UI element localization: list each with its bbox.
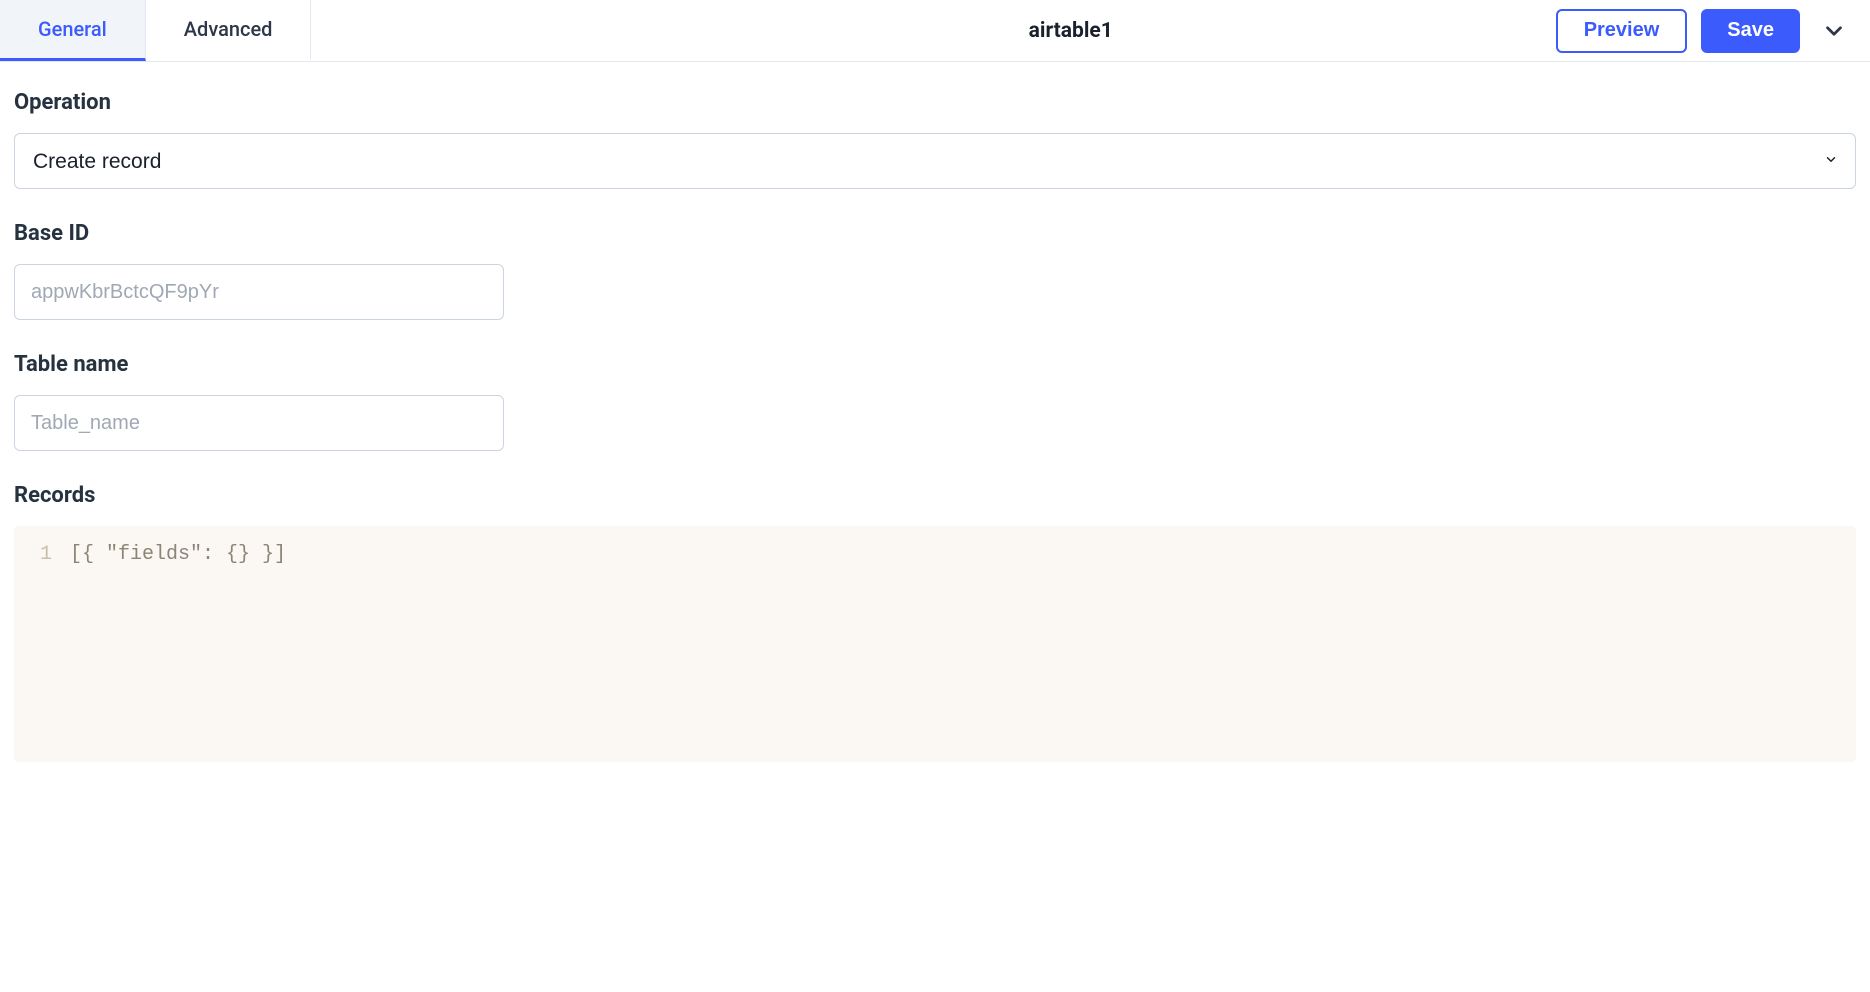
tab-advanced[interactable]: Advanced [146, 0, 312, 61]
header-actions: Preview Save [1113, 0, 1870, 61]
base-id-input[interactable] [14, 264, 504, 320]
base-id-label: Base ID [14, 221, 1856, 246]
table-name-input[interactable] [14, 395, 504, 451]
operation-select-wrap: Create record [14, 133, 1856, 189]
save-button[interactable]: Save [1701, 9, 1800, 53]
operation-label: Operation [14, 90, 1856, 115]
records-label: Records [14, 483, 1856, 508]
spacer [311, 0, 1028, 61]
form-content: Operation Create record Base ID Table na… [0, 62, 1870, 776]
code-content[interactable]: [{ "fields": {} }] [70, 540, 1856, 748]
base-id-group: Base ID [14, 221, 1856, 320]
records-code-editor[interactable]: 1 [{ "fields": {} }] [14, 526, 1856, 762]
table-name-group: Table name [14, 352, 1856, 451]
page-title: airtable1 [1029, 0, 1113, 61]
chevron-down-icon [1821, 18, 1847, 44]
code-gutter: 1 [14, 540, 70, 748]
preview-button[interactable]: Preview [1556, 9, 1688, 53]
operation-group: Operation Create record [14, 90, 1856, 189]
tab-general[interactable]: General [0, 0, 146, 61]
table-name-label: Table name [14, 352, 1856, 377]
collapse-toggle[interactable] [1814, 11, 1854, 51]
header-bar: General Advanced airtable1 Preview Save [0, 0, 1870, 62]
tab-label: Advanced [184, 17, 273, 41]
operation-select[interactable]: Create record [14, 133, 1856, 189]
records-group: Records 1 [{ "fields": {} }] [14, 483, 1856, 762]
tab-label: General [38, 17, 107, 41]
line-number: 1 [14, 540, 52, 570]
tabs-container: General Advanced [0, 0, 311, 61]
